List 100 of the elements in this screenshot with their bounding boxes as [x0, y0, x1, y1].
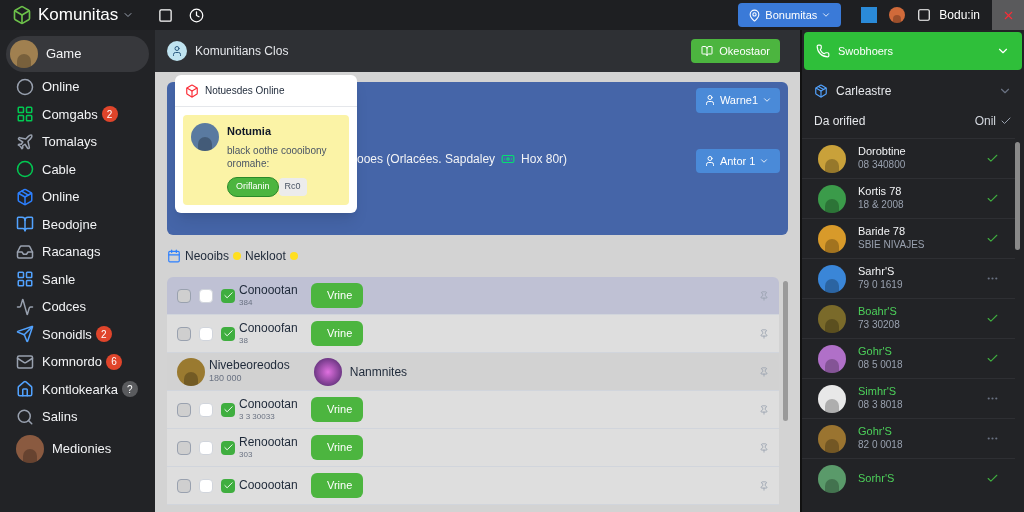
contact-row[interactable]: Sarhr'S 79 0 1619 — [802, 258, 1015, 298]
scrollbar[interactable] — [783, 281, 788, 421]
pin-icon[interactable] — [759, 480, 769, 491]
calendar-icon — [167, 249, 181, 263]
group-name: Nanmnites — [349, 363, 408, 381]
sidebar-item[interactable]: Game — [6, 36, 149, 72]
check-icon — [222, 480, 234, 491]
sidebar-item[interactable]: Tomalays — [6, 129, 149, 155]
task-title: Conooofan — [239, 321, 299, 336]
dropdown-button[interactable]: Warne1 — [695, 88, 780, 113]
checkbox[interactable] — [199, 478, 213, 493]
check-icon — [222, 290, 234, 301]
task-detail: 384 — [239, 298, 254, 308]
section-header[interactable]: Carleastre — [802, 70, 1024, 112]
contact-name: Gohr'S — [858, 425, 893, 440]
pin-icon[interactable] — [759, 442, 769, 453]
sidebar-item[interactable]: Beodojne — [6, 211, 149, 237]
sidebar-item[interactable]: Sonoidls 2 — [6, 321, 149, 347]
avatar — [818, 424, 846, 453]
checkbox[interactable] — [221, 402, 235, 417]
avatar — [16, 434, 44, 463]
user-name: Bodu:in — [939, 7, 980, 24]
sidebar-item[interactable]: Salins — [6, 404, 149, 430]
sidebar-item[interactable]: Sanle — [6, 266, 149, 292]
checkbox[interactable] — [177, 440, 191, 455]
logo-icon — [12, 5, 32, 25]
pin-icon[interactable] — [759, 328, 769, 339]
checkbox[interactable] — [199, 440, 213, 455]
location-button[interactable]: Bonumitas — [738, 3, 842, 27]
sidebar-item[interactable]: Medionies — [6, 431, 149, 466]
sidebar-item[interactable]: Comgabs 2 — [6, 101, 149, 127]
contact-detail: 79 0 1619 — [858, 279, 903, 292]
task-title: Conoootan — [239, 397, 299, 412]
avatar — [818, 224, 846, 253]
menu-item-icon — [16, 270, 34, 289]
page-title: Komunitians Clos — [195, 43, 289, 60]
list-row[interactable]: Conooofan 38 Vrine — [167, 315, 779, 353]
popup-title: Notuesdes Online — [205, 84, 285, 98]
box-icon — [185, 83, 199, 98]
contact-row[interactable]: Boahr'S 73 30208 — [802, 298, 1015, 338]
contact-row[interactable]: Baride 78 SBIE NIVAJES — [802, 218, 1015, 258]
caret-icon — [821, 10, 832, 20]
checkbox[interactable] — [221, 478, 235, 493]
contact-detail: 08 340800 — [858, 159, 906, 172]
menu-item-icon — [16, 297, 34, 316]
close-button[interactable] — [992, 0, 1024, 30]
contact-detail: SBIE NIVAJES — [858, 239, 925, 252]
pin-icon[interactable] — [759, 366, 769, 377]
contact-row[interactable]: Dorobtine 08 340800 — [802, 138, 1015, 178]
check-icon — [986, 152, 999, 165]
app-icon[interactable] — [861, 7, 878, 23]
person-detail: 180 000 — [209, 373, 243, 385]
list-row[interactable]: Coooootan Vrine — [167, 467, 779, 505]
avatar — [818, 344, 846, 373]
pin-icon[interactable] — [759, 404, 769, 415]
sidebar-item[interactable]: Racanags — [6, 239, 149, 265]
list-row[interactable]: Renoootan 303 Vrine — [167, 429, 779, 467]
user-icon — [703, 154, 716, 167]
checkbox[interactable] — [199, 326, 213, 341]
note-text: black oothe coooibony oromahe: — [227, 143, 328, 171]
contact-row[interactable]: Kortis 78 18 & 2008 — [802, 178, 1015, 218]
clock-icon[interactable] — [189, 7, 205, 23]
checkbox[interactable] — [199, 402, 213, 417]
checkbox[interactable] — [221, 288, 235, 303]
count-badge: 2 — [95, 326, 112, 343]
list-row[interactable]: Conoootan 384 Vrine — [167, 277, 779, 315]
checkbox[interactable] — [177, 288, 191, 303]
checkbox[interactable] — [177, 478, 191, 493]
pin-icon[interactable] — [759, 290, 769, 301]
dropdown-button[interactable]: Antor 1 — [695, 148, 780, 173]
contact-row[interactable]: Sorhr'S — [802, 458, 1015, 498]
check-icon — [986, 352, 999, 365]
secondary-button[interactable]: Rc0 — [278, 178, 307, 196]
contact-row[interactable]: Gohr'S 82 0 0018 — [802, 418, 1015, 458]
sidebar-item[interactable]: Komnordo 6 — [6, 349, 149, 375]
contact-row[interactable]: Simhr'S 08 3 8018 — [802, 378, 1015, 418]
sidebar-item[interactable]: Online — [6, 74, 149, 100]
checkbox[interactable] — [221, 326, 235, 341]
sidebar-item[interactable]: Kontlokearka ? — [6, 376, 149, 402]
contact-name: Dorobtine — [858, 145, 906, 160]
sidebar-item[interactable]: Codces — [6, 294, 149, 320]
avatar — [818, 384, 846, 413]
list-row[interactable]: Conoootan 3 3 30033 Vrine — [167, 391, 779, 429]
sidebar-item[interactable]: Online — [6, 184, 149, 210]
group-icon — [167, 41, 187, 61]
checkbox[interactable] — [199, 288, 213, 303]
check-icon — [986, 192, 999, 205]
pin-icon — [748, 8, 762, 22]
phone-icon — [816, 44, 830, 58]
sidebar-item[interactable]: Cable — [6, 156, 149, 182]
checkbox[interactable] — [177, 326, 191, 341]
task-title: Coooootan — [239, 478, 299, 493]
checkbox[interactable] — [221, 440, 235, 455]
contact-detail: 73 30208 — [858, 319, 900, 332]
contact-row[interactable]: Gohr'S 08 5 0018 — [802, 338, 1015, 378]
checkbox[interactable] — [177, 402, 191, 417]
contact-name: Boahr'S — [858, 305, 898, 320]
scrollbar[interactable] — [1015, 142, 1020, 250]
filter-value[interactable]: Onil — [974, 112, 996, 130]
avatar — [818, 304, 846, 333]
